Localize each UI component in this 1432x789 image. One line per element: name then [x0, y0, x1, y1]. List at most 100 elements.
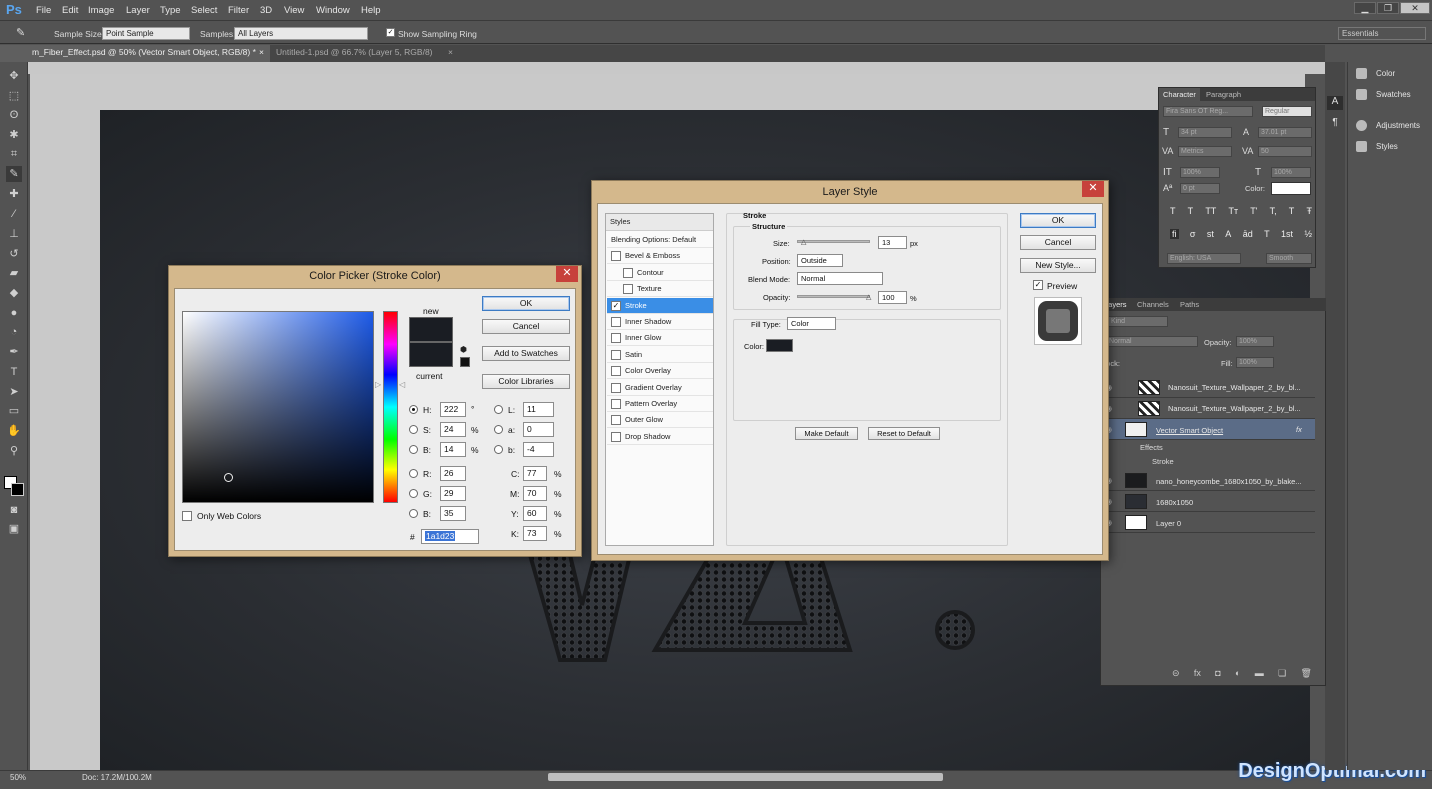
eyedropper-tool-icon[interactable]: ✎ — [16, 26, 32, 40]
pen-tool-icon[interactable]: ✒ — [6, 344, 22, 360]
lab-b-radio[interactable] — [494, 445, 503, 454]
style-checkbox[interactable] — [611, 251, 621, 262]
ok-button[interactable]: OK — [482, 296, 570, 311]
ordinals-button[interactable]: 1st — [1281, 229, 1293, 239]
stylistic-alt-button[interactable]: ād — [1243, 229, 1253, 239]
layer-row-selected[interactable]: ◉Vector Smart Objectfx — [1100, 419, 1315, 440]
ligature-button[interactable]: fi — [1170, 229, 1179, 239]
menu-view[interactable]: View — [284, 5, 304, 16]
leading-field[interactable]: 37.01 pt — [1258, 127, 1312, 138]
tab-close-icon[interactable]: × — [448, 47, 453, 57]
eyedropper-tool-icon[interactable]: ✎ — [6, 166, 22, 182]
hue-input[interactable]: 222 — [440, 402, 466, 417]
menu-type[interactable]: Type — [160, 5, 181, 16]
blue-radio[interactable] — [409, 509, 418, 518]
style-checkbox[interactable] — [611, 431, 621, 442]
menu-layer[interactable]: Layer — [126, 5, 150, 16]
layer-row[interactable]: ◉Layer 0 — [1100, 512, 1315, 533]
crop-tool-icon[interactable]: ⌗ — [6, 146, 22, 162]
style-checkbox[interactable] — [611, 399, 621, 409]
style-item[interactable]: ✓ Stroke — [607, 297, 713, 314]
layer-row[interactable]: ◉nano_honeycombe_1680x1050_by_blake... — [1100, 470, 1315, 491]
screen-mode-icon[interactable]: ▣ — [6, 521, 22, 537]
marquee-tool-icon[interactable]: ⬚ — [6, 88, 22, 104]
adjustment-icon[interactable]: ◐ — [1235, 668, 1240, 679]
red-input[interactable]: 26 — [440, 466, 466, 481]
web-safe-icon[interactable] — [460, 357, 470, 367]
fx-add-icon[interactable]: fx — [1194, 668, 1201, 679]
tab-paragraph[interactable]: Paragraph — [1202, 88, 1245, 101]
style-checkbox[interactable] — [611, 366, 621, 377]
old-style-button[interactable]: σ — [1190, 229, 1196, 239]
type-tool-icon[interactable]: T — [6, 364, 22, 380]
horizontal-scale-field[interactable]: 100% — [1271, 167, 1311, 178]
cube-warning-icon[interactable]: ⬢ — [460, 345, 467, 354]
language-select[interactable]: English: USA — [1167, 253, 1241, 264]
cyan-input[interactable]: 77 — [523, 466, 547, 481]
clone-stamp-icon[interactable]: ⊥ — [6, 226, 22, 242]
blur-tool-icon[interactable]: ● — [6, 305, 22, 321]
style-checkbox[interactable] — [623, 267, 633, 278]
opacity-field[interactable]: 100% — [1236, 336, 1274, 347]
lab-l-radio[interactable] — [494, 405, 503, 414]
menu-image[interactable]: Image — [88, 5, 114, 16]
hue-radio[interactable] — [409, 405, 418, 414]
style-checkbox[interactable] — [611, 333, 621, 344]
tab-close-icon[interactable]: × — [259, 47, 264, 57]
font-size-field[interactable]: 34 pt — [1178, 127, 1232, 138]
current-color-swatch[interactable] — [409, 342, 453, 367]
close-dialog-button[interactable]: ✕ — [556, 266, 578, 282]
background-color-swatch[interactable] — [11, 483, 24, 496]
magenta-input[interactable]: 70 — [523, 486, 547, 501]
stroke-blend-select[interactable]: Normal — [797, 272, 883, 285]
green-input[interactable]: 29 — [440, 486, 466, 501]
eraser-tool-icon[interactable]: ▰ — [6, 265, 22, 281]
size-input[interactable]: 13 — [878, 236, 907, 249]
shape-tool-icon[interactable]: ▭ — [6, 403, 22, 419]
baseline-field[interactable]: 0 pt — [1180, 183, 1220, 194]
new-style-button[interactable]: New Style... — [1020, 258, 1096, 273]
horizontal-scrollbar[interactable] — [548, 773, 943, 781]
menu-filter[interactable]: Filter — [228, 5, 249, 16]
style-checkbox[interactable] — [611, 317, 621, 327]
paragraph-panel-icon[interactable]: ¶ — [1327, 117, 1343, 131]
style-item[interactable]: Texture — [607, 281, 713, 298]
tab-paths[interactable]: Paths — [1180, 300, 1199, 309]
healing-brush-icon[interactable]: ✚ — [6, 186, 22, 202]
fx-icon[interactable]: fx — [1296, 425, 1302, 434]
fill-type-select[interactable]: Color — [787, 317, 836, 330]
menu-help[interactable]: Help — [361, 5, 381, 16]
titling-button[interactable]: T — [1264, 229, 1270, 239]
menu-file[interactable]: File — [36, 5, 51, 16]
minimize-button[interactable]: ▁ — [1354, 2, 1376, 14]
color-panel-icon[interactable] — [1356, 68, 1367, 79]
add-to-swatches-button[interactable]: Add to Swatches — [482, 346, 570, 361]
kerning-field[interactable]: Metrics — [1178, 146, 1232, 157]
red-radio[interactable] — [409, 469, 418, 478]
quick-mask-icon[interactable]: ◙ — [6, 502, 22, 518]
styles-panel-icon[interactable] — [1356, 141, 1367, 152]
new-layer-icon[interactable]: ❏ — [1278, 668, 1286, 679]
all-caps-button[interactable]: TT — [1205, 206, 1216, 216]
size-slider[interactable] — [797, 240, 870, 243]
paint-bucket-icon[interactable]: ◆ — [6, 285, 22, 301]
restore-button[interactable]: ❐ — [1377, 2, 1399, 14]
style-item[interactable]: Gradient Overlay — [607, 380, 713, 396]
brush-tool-icon[interactable]: ⁄ — [6, 206, 22, 222]
vertical-scale-field[interactable]: 100% — [1180, 167, 1220, 178]
font-style-select[interactable]: Regular — [1262, 106, 1312, 117]
move-tool-icon[interactable]: ✥ — [6, 68, 22, 84]
menu-edit[interactable]: Edit — [62, 5, 78, 16]
only-web-colors-checkbox[interactable] — [182, 511, 192, 521]
tab-channels[interactable]: Channels — [1137, 300, 1169, 309]
layer-row[interactable]: ◉Nanosuit_Texture_Wallpaper_2_by_bl... — [1100, 398, 1315, 419]
style-item[interactable]: Bevel & Emboss — [607, 248, 713, 265]
sample-size-select[interactable]: Point Sample — [102, 27, 190, 40]
lasso-tool-icon[interactable]: ʘ — [6, 107, 22, 123]
style-checkbox[interactable] — [611, 415, 621, 426]
style-checkbox[interactable] — [611, 349, 621, 360]
font-family-select[interactable]: Fira Sans OT Reg... — [1163, 106, 1253, 117]
hue-slider[interactable] — [383, 311, 398, 503]
stroke-color-swatch[interactable] — [766, 339, 793, 352]
text-color-swatch[interactable] — [1271, 182, 1311, 195]
